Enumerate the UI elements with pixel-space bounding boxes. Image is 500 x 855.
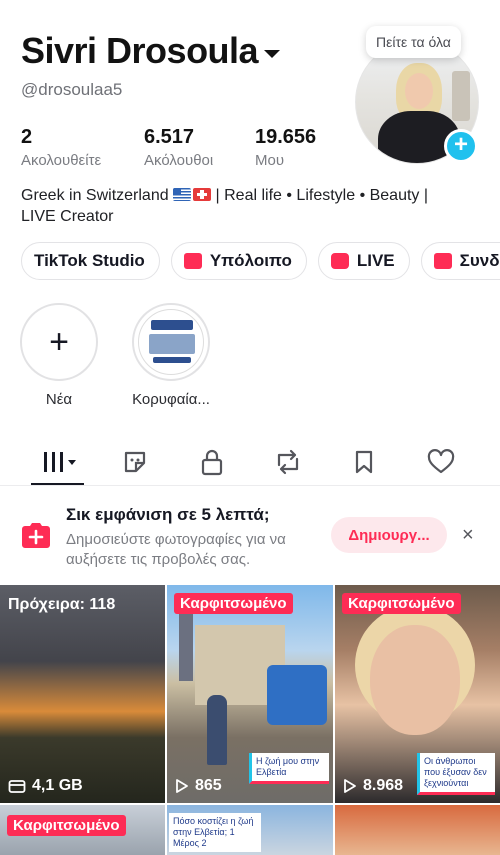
video-caption: Η ζωή μου στην Ελβετία [249,753,329,784]
repost-icon [277,449,299,475]
create-post-icon [22,523,50,548]
display-name: Sivri Drosoula [21,30,259,71]
wallet-icon [183,253,202,269]
highlight-thumbnail [138,309,204,375]
profile-shortcuts: TikTok Studio Υπόλοιπο LIVE Συνδρ [21,242,500,368]
videos-tab[interactable] [40,446,80,478]
drafts-tile[interactable]: Πρόχειρα: 118 4,1 GB [0,585,165,803]
drafts-label: Πρόχειρα: 118 [8,596,116,613]
scene-tower [179,611,193,681]
bio-text-part1: Greek in Switzerland [21,187,169,204]
video-grid: Πρόχειρα: 118 4,1 GB Καρφιτσωμένο Η ζωή … [0,585,500,855]
video-tile[interactable] [335,805,500,855]
scene-face [370,625,460,735]
chip-label: Συνδρ [459,251,500,270]
avatar-background-shelf [452,71,470,121]
subscription-icon [433,253,452,269]
promo-body: Δημοσιεύστε φωτογραφίες για να αυξήσετε … [66,531,286,568]
highlight-label: Νέα [45,391,73,408]
following-stat[interactable]: 2 Ακολουθείτε [21,126,144,169]
lock-icon [201,449,223,476]
video-tile[interactable]: Πόσο κοστίζει η ζωή στην Ελβετία; 1 Μέρο… [167,805,333,855]
likes-count: 19.656 [255,126,317,148]
subscription-chip[interactable]: Συνδρ [420,242,500,280]
profile-tabs [0,440,500,486]
promo-title: Σικ εμφάνιση σε 5 λεπτά; [66,505,270,524]
pinned-badge: Καρφιτσωμένο [174,593,293,614]
active-tab-indicator [31,483,84,485]
followers-stat[interactable]: 6.517 Ακόλουθοι [144,126,255,169]
profile-name-switcher[interactable]: Sivri Drosoula [21,30,281,72]
play-icon [176,779,188,793]
likes-label: Μου [255,152,285,169]
scene-person [207,695,227,765]
scene-tram [267,665,327,725]
drafts-size: 4,1 GB [8,777,83,795]
view-count-value: 865 [195,777,222,794]
followers-count: 6.517 [144,126,195,148]
highlight-label: Κορυφαία... [132,391,210,408]
view-count: 8.968 [343,777,403,795]
username: @drosoulaa5 [21,80,123,99]
chip-label: TikTok Studio [34,251,145,270]
bookmark-icon [355,450,373,474]
video-tile[interactable]: Καρφιτσωμένο [0,805,165,855]
view-count: 865 [175,777,222,795]
stickers-tab[interactable] [115,446,155,478]
highlight-circle[interactable] [132,303,210,381]
live-icon [330,253,349,269]
close-icon[interactable]: × [462,524,474,547]
sticker-icon [124,451,146,473]
private-tab[interactable] [192,446,232,478]
play-icon [344,779,356,793]
grid-icon [44,452,76,472]
avatar-tooltip[interactable]: Πείτε τα όλα [366,26,461,58]
story-highlights: + Νέα Κορυφαία... [20,303,214,408]
bio-text-line2: LIVE Creator [21,208,114,225]
switzerland-flag-icon [193,188,212,201]
live-chip[interactable]: LIVE [317,242,410,280]
greece-flag-icon [173,188,192,201]
video-tile[interactable]: Καρφιτσωμένο Η ζωή μου στην Ελβετία 865 [167,585,333,803]
video-caption: Οι άνθρωποι που έξυσαν δεν ξεχνιούνται [417,753,495,795]
storage-icon [8,780,26,793]
add-story-button[interactable]: + [444,129,478,163]
thumb-block [153,357,191,363]
reposts-tab[interactable] [268,446,308,478]
chip-label: Υπόλοιπο [209,251,292,270]
thumb-block [151,320,193,330]
thumb-block [149,334,195,354]
liked-tab[interactable] [421,446,461,478]
new-highlight[interactable]: + Νέα [20,303,98,408]
tiktok-studio-chip[interactable]: TikTok Studio [21,242,160,368]
video-caption: Πόσο κοστίζει η ζωή στην Ελβετία; 1 Μέρο… [169,813,261,852]
pinned-badge: Καρφιτσωμένο [7,815,126,836]
profile-bio[interactable]: Greek in Switzerland | Real life • Lifes… [21,185,481,227]
bio-text-part2: | Real life • Lifestyle • Beauty | [211,187,429,204]
likes-stat[interactable]: 19.656 Μου [255,126,316,169]
plus-icon: + [49,323,69,361]
following-count: 2 [21,126,33,148]
new-highlight-circle[interactable]: + [20,303,98,381]
followers-label: Ακόλουθοι [144,152,214,169]
view-count-value: 8.968 [363,777,404,794]
saved-tab[interactable] [344,446,384,478]
create-button[interactable]: Δημιουργ... [331,517,447,553]
balance-chip[interactable]: Υπόλοιπο [170,242,307,280]
heart-icon [427,449,455,474]
pinned-badge: Καρφιτσωμένο [342,593,461,614]
avatar-face [405,73,433,109]
top-highlight[interactable]: Κορυφαία... [128,303,214,408]
drafts-size-value: 4,1 GB [32,777,83,794]
chip-label: LIVE [356,251,395,270]
profile-stats: 2 Ακολουθείτε 6.517 Ακόλουθοι 19.656 Μου [21,126,316,169]
video-tile[interactable]: Καρφιτσωμένο Οι άνθρωποι που έξυσαν δεν … [335,585,500,803]
chevron-down-icon [264,50,281,58]
following-label: Ακολουθείτε [21,152,102,169]
plus-icon: + [453,131,468,158]
